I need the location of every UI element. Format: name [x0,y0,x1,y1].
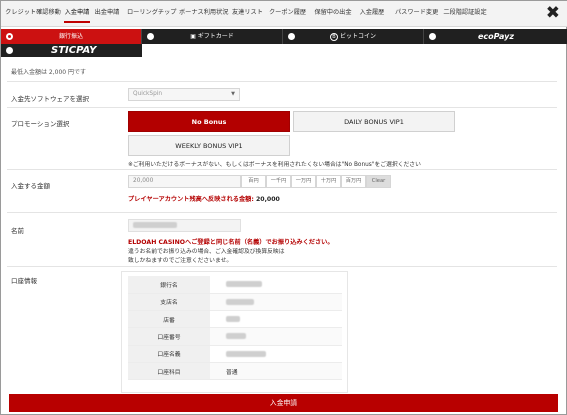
min-deposit-note: 最低入金額は 2,000 円です [11,69,86,76]
tab-withdraw[interactable]: 出金申請 [94,7,120,23]
payment-method-bar: 銀行振込 ▣ ギフトカード B ビットコイン ecoPayz [1,29,567,44]
account-table: 銀行名 支店名 店番 口座番号 口座名義 口座科目 普通 [128,276,342,381]
tab-friend-list[interactable]: 友達リスト [232,7,263,23]
divider [7,81,557,82]
tab-pending-withdraw[interactable]: 保留中の出金 [314,7,352,23]
tab-password-change[interactable]: パスワード変更 [395,7,438,23]
tab-coupon-history[interactable]: クーポン履歴 [269,7,306,23]
method-bank-transfer[interactable]: 銀行振込 [1,29,142,44]
promotion-note: ※ご利用いただけるボーナスがない、もしくはボーナスを利用されたくない場合は"No… [128,162,421,168]
redacted-value [226,315,240,322]
amount-100-button[interactable]: 百円 [241,175,266,188]
method-label-wrap: ▣ ギフトカード [142,29,282,44]
account-value [210,276,342,294]
deposit-window: クレジット確認移動 入金申請 出金申請 ローリングチップ ボーナス利用状況 友達… [0,0,567,415]
amount-reflect-text: プレイヤーアカウント残高へ反映される金額: 20,000 [128,194,280,203]
method-label: ビットコイン [339,33,376,40]
divider [7,266,557,267]
table-row: 支店名 [128,293,342,312]
account-value [210,327,342,346]
table-row: 口座番号 [128,327,342,346]
tab-bonus-status[interactable]: ボーナス利用状況 [179,7,229,23]
name-warning: ELDOAH CASINOへご登録と同じ名前（名義）でお振り込みください。 [128,239,334,246]
account-key: 口座番号 [128,327,210,346]
tab-deposit[interactable]: 入金申請 [64,7,90,23]
redacted-value [226,298,254,305]
software-selected-value: QuickSpin [133,91,163,97]
method-gift-card[interactable]: ▣ ギフトカード [142,29,283,44]
promo-daily-bonus-button[interactable]: DAILY BONUS VIP1 [293,111,455,132]
redacted-name [133,221,177,228]
name-field [128,219,241,232]
promo-weekly-bonus-button[interactable]: WEEKLY BONUS VIP1 [128,135,290,156]
tab-credit-transfer[interactable]: クレジット確認移動 [5,7,61,23]
sticpay-logo: STICPAY [51,45,97,56]
amount-input[interactable]: 20,000 [128,175,241,188]
promotion-label: プロモーション選択 [11,120,70,128]
account-key: 口座科目 [128,362,210,381]
method-label: 銀行振込 [58,33,83,40]
redacted-value [226,333,246,340]
amount-10000-button[interactable]: 一万円 [291,175,316,188]
chevron-down-icon: ▼ [231,91,235,97]
account-key: 支店名 [128,293,210,312]
amount-1000000-button[interactable]: 百万円 [341,175,366,188]
name-label: 名前 [11,227,24,235]
deposit-submit-button[interactable]: 入金申請 [9,394,558,412]
bitcoin-icon: B [329,32,338,41]
promo-no-bonus-button[interactable]: No Bonus [128,111,290,132]
redacted-value [226,281,262,288]
amount-clear-button[interactable]: Clear [366,175,391,188]
method-bitcoin[interactable]: B ビットコイン [283,29,424,44]
account-key: 銀行名 [128,276,210,294]
account-key: 口座名義 [128,345,210,363]
close-icon[interactable]: ✖ [546,4,560,22]
divider [7,169,557,170]
software-select[interactable]: QuickSpin ▼ [128,88,240,101]
method-label: ギフトカード [197,33,234,40]
name-note-line: 違うお名前でお振り込みの場合、ご入金確認及び換算反映は [128,249,285,255]
table-row: 口座科目 普通 [128,362,342,381]
account-key: 店番 [128,310,210,329]
amount-100000-button[interactable]: 十万円 [316,175,341,188]
table-row: 店番 [128,310,342,329]
redacted-value [226,350,266,357]
method-sticpay[interactable]: STICPAY [1,44,142,57]
amount-reflect-value: 20,000 [255,196,280,203]
tab-rolling-chip[interactable]: ローリングチップ [127,7,177,23]
table-row: 口座名義 [128,345,342,363]
amount-1000-button[interactable]: 一千円 [266,175,291,188]
divider [7,212,557,213]
method-label-wrap: B ビットコイン [283,29,423,44]
gift-card-icon: ▣ [190,33,196,40]
radio-icon [6,47,13,54]
software-label: 入金先ソフトウェアを選択 [11,95,89,103]
divider [7,107,557,108]
method-ecopayz[interactable]: ecoPayz [424,29,567,44]
account-label: 口座情報 [11,277,37,285]
amount-label: 入金する金額 [11,182,50,190]
account-value: 普通 [210,362,342,381]
name-note-line: 致しかねますのでご注意くださいませ。 [128,258,233,264]
tab-two-factor[interactable]: 二段階認証設定 [443,7,487,23]
account-value [210,345,342,363]
tab-deposit-history[interactable]: 入金履歴 [358,7,386,23]
account-value [210,310,342,329]
ecopayz-logo: ecoPayz [477,32,515,41]
top-tab-bar: クレジット確認移動 入金申請 出金申請 ローリングチップ ボーナス利用状況 友達… [1,1,567,27]
table-row: 銀行名 [128,276,342,294]
account-value [210,293,342,312]
amount-reflect-label: プレイヤーアカウント残高へ反映される金額: [128,196,254,203]
